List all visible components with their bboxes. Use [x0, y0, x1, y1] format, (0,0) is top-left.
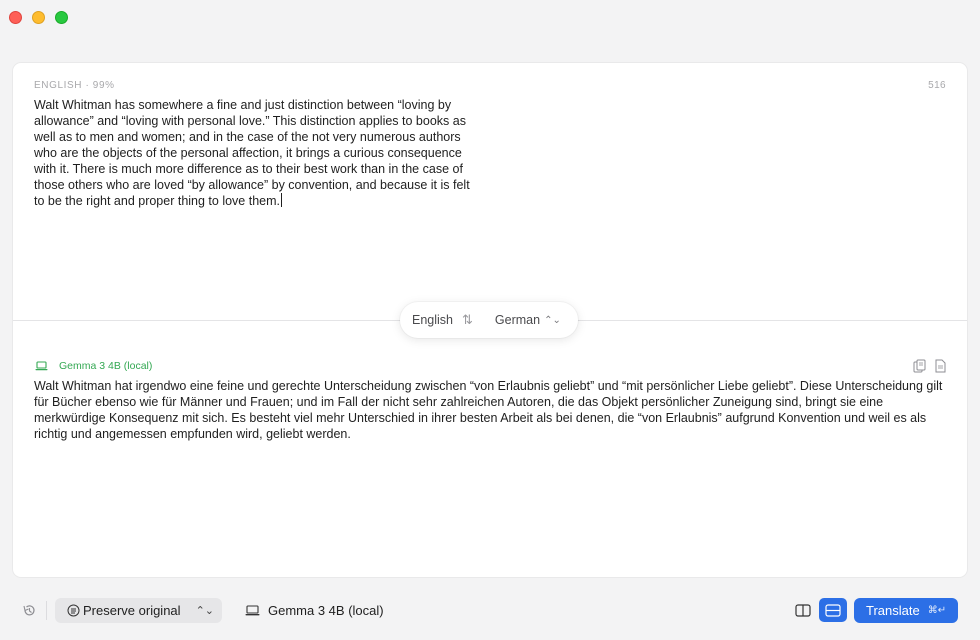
- translate-label: Translate: [866, 603, 920, 618]
- layout-toggle: [789, 598, 847, 622]
- chevron-updown-icon: ⌃⌄: [195, 605, 214, 617]
- swap-languages-icon[interactable]: ⇅: [462, 312, 473, 328]
- preserve-original-select[interactable]: Preserve original ⌃⌄: [55, 598, 222, 623]
- translated-text: Walt Whitman hat irgendwo eine feine und…: [34, 379, 943, 441]
- translator-window: ENGLISH · 99% 516 Walt Whitman has somew…: [0, 0, 980, 640]
- laptop-icon: [245, 605, 260, 616]
- translate-shortcut: ⌘↵: [927, 605, 947, 616]
- model-selector[interactable]: Gemma 3 4B (local): [245, 598, 384, 623]
- source-text-input[interactable]: Walt Whitman has somewhere a fine and ju…: [34, 97, 482, 209]
- preserve-original-label: Preserve original: [83, 603, 181, 618]
- close-button[interactable]: [9, 11, 22, 24]
- side-by-side-layout-button[interactable]: [789, 598, 817, 622]
- copy-icon[interactable]: [913, 359, 926, 373]
- document-icon[interactable]: [934, 359, 947, 373]
- source-text: Walt Whitman has somewhere a fine and ju…: [34, 98, 470, 208]
- output-model-tag: Gemma 3 4B (local): [35, 360, 152, 372]
- window-controls: [9, 11, 68, 24]
- text-caret: [281, 193, 282, 207]
- chevron-updown-icon: ⌃⌄: [544, 314, 561, 326]
- zoom-button[interactable]: [55, 11, 68, 24]
- stacked-layout-button[interactable]: [819, 598, 847, 622]
- translation-card: ENGLISH · 99% 516 Walt Whitman has somew…: [13, 63, 967, 577]
- laptop-icon: [35, 361, 48, 371]
- translate-button[interactable]: Translate ⌘↵: [854, 598, 958, 623]
- rows-icon: [825, 603, 841, 617]
- columns-icon: [795, 603, 811, 617]
- target-language-button[interactable]: German: [495, 313, 540, 327]
- minimize-button[interactable]: [32, 11, 45, 24]
- output-tools: [913, 359, 947, 373]
- history-icon[interactable]: [22, 603, 37, 618]
- language-selector: English ⇅ German ⌃⌄: [400, 302, 578, 338]
- character-count: 516: [928, 80, 946, 91]
- bottom-toolbar: Preserve original ⌃⌄ Gemma 3 4B (local): [13, 591, 967, 629]
- model-selector-label: Gemma 3 4B (local): [268, 603, 384, 618]
- output-model-label: Gemma 3 4B (local): [59, 360, 153, 372]
- format-icon: [67, 604, 80, 617]
- toolbar-separator: [46, 601, 47, 620]
- source-language-button[interactable]: English: [412, 313, 453, 327]
- source-language-detection: ENGLISH · 99%: [34, 80, 115, 91]
